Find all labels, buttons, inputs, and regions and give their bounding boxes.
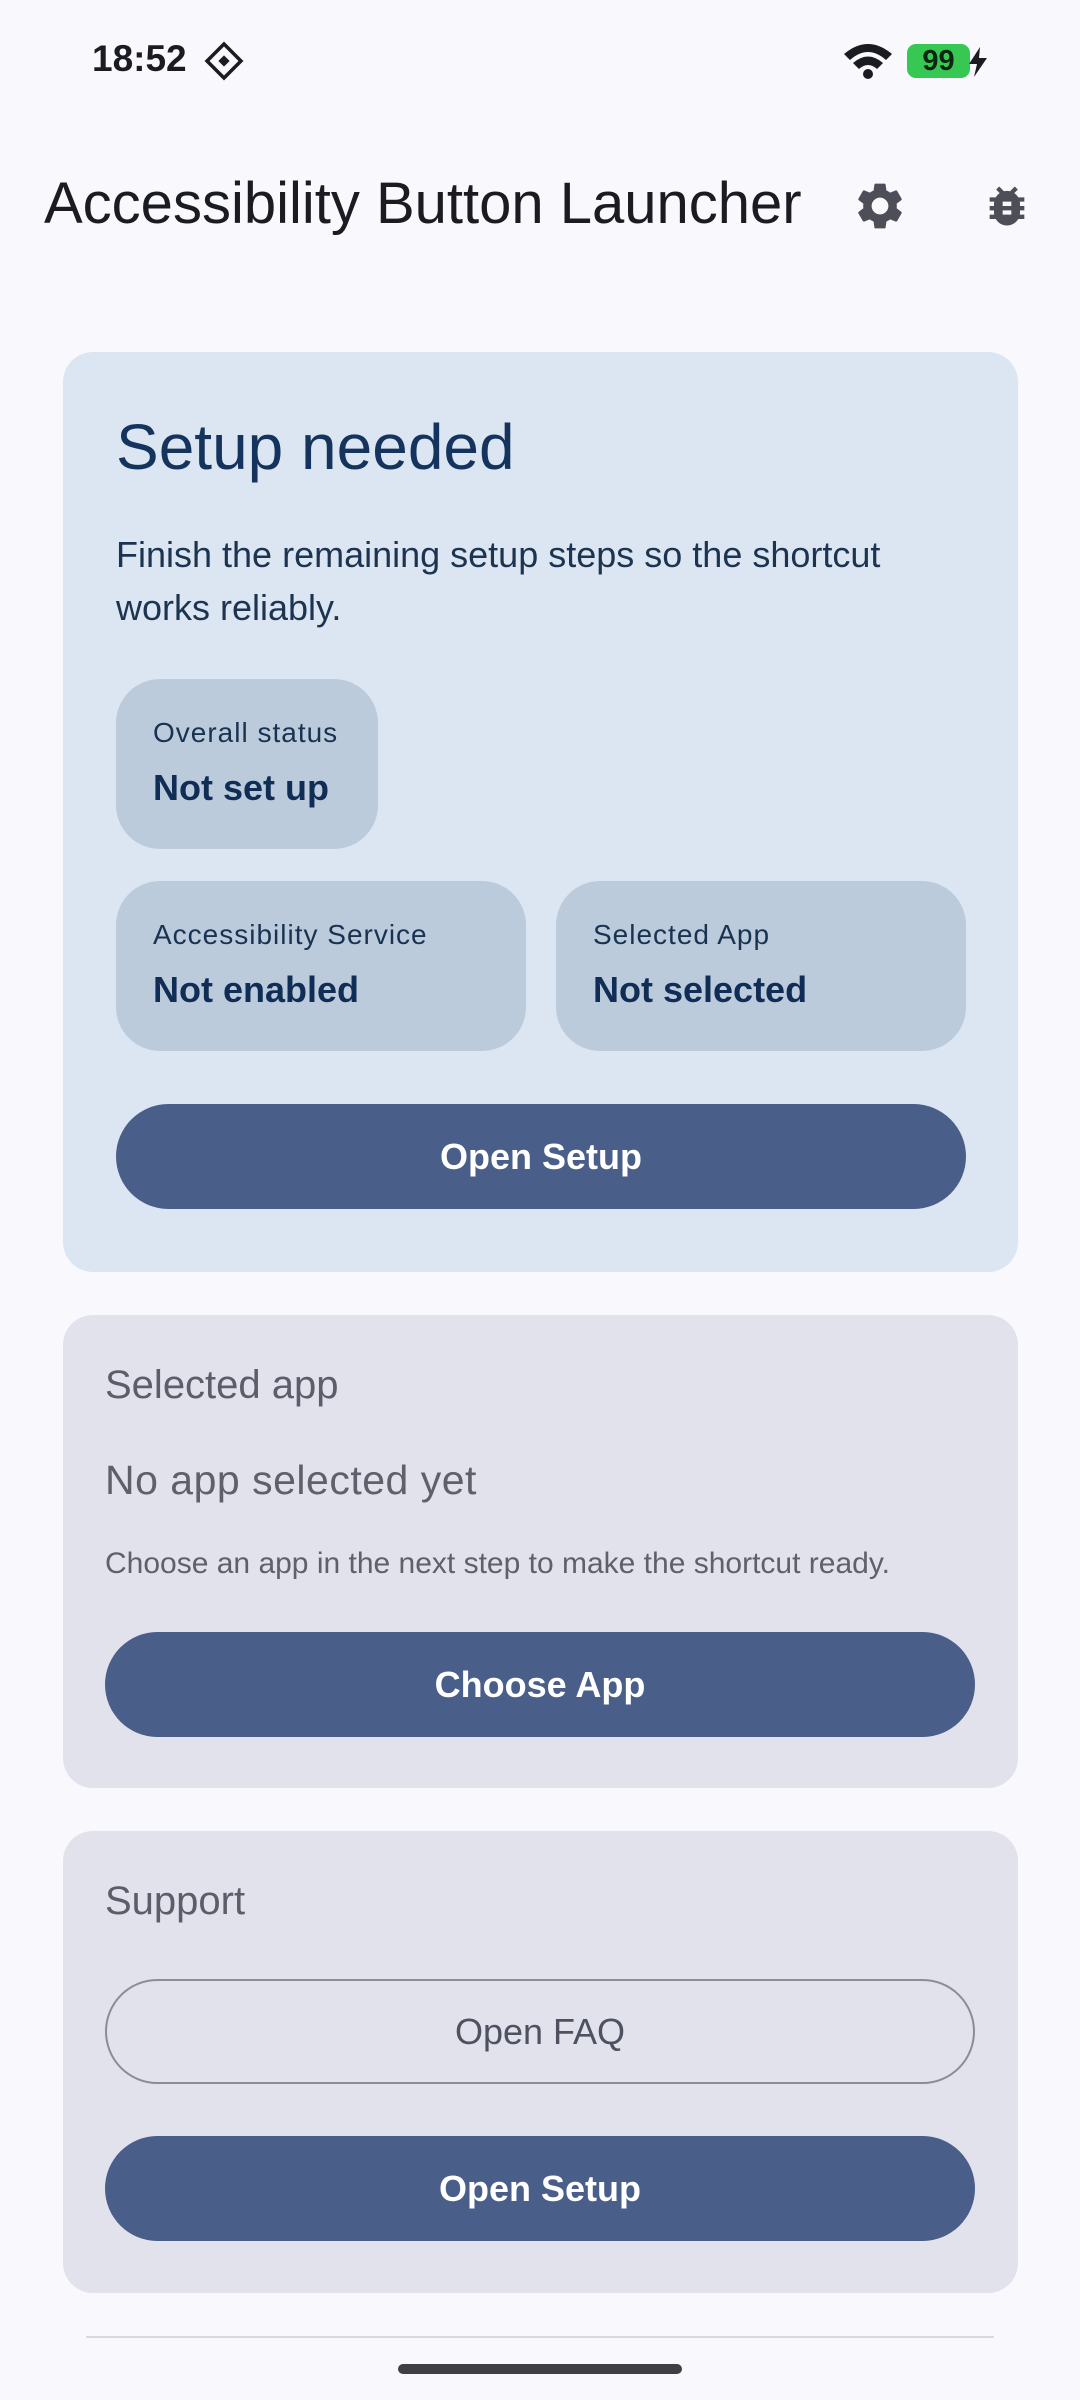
accessibility-service-chip: Accessibility Service Not enabled (116, 881, 526, 1051)
support-card: Support Open FAQ Open Setup (63, 1831, 1018, 2293)
choose-app-button[interactable]: Choose App (105, 1632, 975, 1737)
accessibility-service-label: Accessibility Service (153, 919, 428, 950)
selected-app-card: Selected app No app selected yet Choose … (63, 1315, 1018, 1788)
overall-status-value: Not set up (153, 767, 329, 808)
notification-icon (204, 41, 244, 81)
support-open-setup-button[interactable]: Open Setup (105, 2136, 975, 2241)
battery-icon: 99 (907, 44, 970, 78)
home-indicator[interactable] (398, 2364, 682, 2374)
settings-gear-icon (858, 183, 902, 229)
setup-description: Finish the remaining setup steps so the … (116, 534, 881, 628)
no-app-selected-text: No app selected yet (105, 1457, 477, 1503)
bug-icon (989, 186, 1025, 226)
settings-button[interactable] (848, 174, 912, 238)
status-time: 18:52 (92, 38, 187, 79)
debug-button[interactable] (975, 174, 1039, 238)
selected-app-title: Selected app (105, 1363, 339, 1407)
selected-app-chip: Selected App Not selected (556, 881, 966, 1051)
selected-app-value: Not selected (593, 969, 808, 1010)
overall-status-chip: Overall status Not set up (116, 679, 378, 849)
accessibility-service-value: Not enabled (153, 969, 360, 1010)
page-title: Accessibility Button Launcher (44, 171, 802, 236)
choose-app-hint: Choose an app in the next step to make t… (105, 1547, 890, 1580)
divider (86, 2336, 994, 2338)
open-faq-button[interactable]: Open FAQ (105, 1979, 975, 2084)
setup-title: Setup needed (116, 411, 515, 483)
support-title: Support (105, 1879, 246, 1923)
screen: 18:52 99 Accessibility Button Launcher S… (0, 0, 1080, 2400)
selected-app-label: Selected App (593, 919, 771, 950)
charging-bolt-icon (969, 47, 987, 77)
overall-status-label: Overall status (153, 717, 339, 748)
battery-level: 99 (922, 45, 955, 77)
wifi-icon (844, 44, 892, 79)
setup-card: Setup needed Finish the remaining setup … (63, 352, 1018, 1272)
open-setup-button[interactable]: Open Setup (116, 1104, 966, 1209)
status-bar: 18:52 99 (0, 0, 1080, 120)
